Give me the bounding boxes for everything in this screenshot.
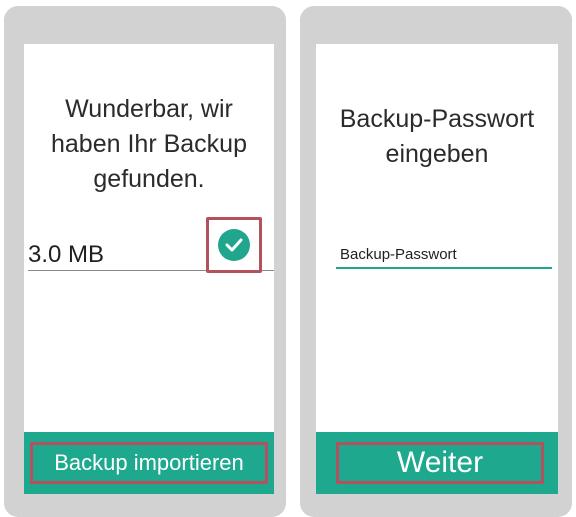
next-button[interactable]: Weiter bbox=[336, 442, 544, 484]
password-placeholder: Backup-Passwort bbox=[340, 246, 457, 263]
import-backup-button[interactable]: Backup importieren bbox=[30, 442, 268, 484]
phone-right: Backup-Passwort eingeben Backup-Passwort… bbox=[300, 6, 572, 517]
backup-select-checkbox[interactable] bbox=[206, 217, 262, 273]
checkmark-circle-icon bbox=[218, 229, 250, 261]
input-underline bbox=[336, 267, 552, 269]
phone-left: Wunderbar, wir haben Ihr Backup gefunden… bbox=[4, 6, 286, 517]
backup-size-row: 3.0 MB bbox=[28, 217, 274, 273]
title-line-2: eingeben bbox=[385, 140, 489, 168]
backup-found-title: Wunderbar, wir haben Ihr Backup gefunden… bbox=[24, 92, 274, 197]
backup-size: 3.0 MB bbox=[28, 241, 105, 268]
bottom-action-bar: Backup importieren bbox=[24, 432, 274, 494]
title-line-1: Backup-Passwort bbox=[339, 105, 535, 133]
password-title: Backup-Passwort eingeben bbox=[316, 102, 558, 172]
backup-password-field[interactable]: Backup-Passwort bbox=[336, 242, 552, 272]
password-screen: Backup-Passwort eingeben Backup-Passwort… bbox=[316, 44, 558, 494]
title-line-1: Wunderbar, wir bbox=[65, 95, 233, 123]
title-line-2: haben Ihr Backup bbox=[51, 130, 247, 158]
backup-found-screen: Wunderbar, wir haben Ihr Backup gefunden… bbox=[24, 44, 274, 494]
title-line-3: gefunden. bbox=[93, 165, 205, 193]
bottom-action-bar: Weiter bbox=[316, 432, 558, 494]
